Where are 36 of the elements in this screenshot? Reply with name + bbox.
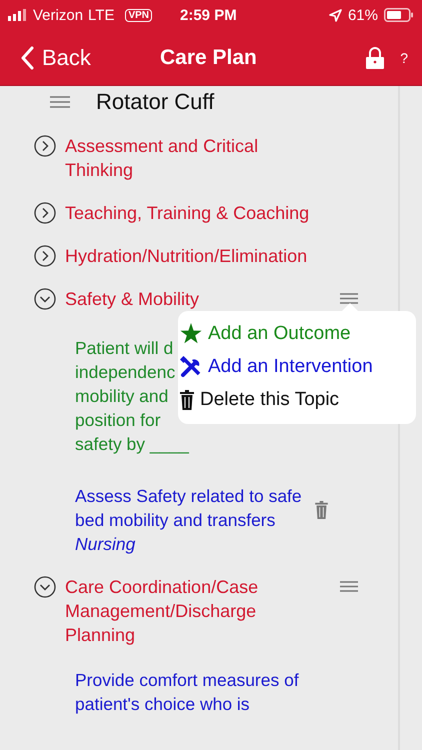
intervention-text[interactable]: Assess Safety related to safe bed mobility and transfers	[75, 484, 305, 532]
chevron-down-icon[interactable]	[34, 288, 56, 310]
carrier-name: Verizon	[33, 6, 84, 24]
back-button[interactable]: Back	[20, 44, 91, 70]
tools-icon	[180, 356, 202, 378]
topic-title[interactable]: Assessment and Critical Thinking	[65, 134, 315, 182]
plan-title: Rotator Cuff	[96, 89, 214, 115]
vpn-badge: VPN	[125, 8, 152, 22]
discipline-label: Nursing	[75, 533, 136, 556]
menu-icon[interactable]	[340, 581, 358, 592]
screen-title: Care Plan	[160, 46, 257, 70]
menu-icon[interactable]	[50, 96, 70, 108]
topic-title[interactable]: Care Coordination/Case Management/Discharge Planning	[65, 575, 315, 647]
network-type: LTE	[88, 6, 114, 24]
menu-icon[interactable]	[340, 293, 358, 304]
location-arrow-icon	[328, 8, 342, 22]
battery-icon	[384, 8, 414, 22]
lock-icon[interactable]	[366, 46, 384, 68]
trash-icon[interactable]	[315, 501, 328, 519]
topic-title[interactable]: Safety & Mobility	[65, 287, 315, 311]
intervention-text[interactable]: Provide comfort measures of patient's choice who is	[75, 668, 305, 716]
menu-item[interactable]: Add an Outcome	[178, 317, 416, 350]
help-button[interactable]: ?	[400, 50, 408, 66]
star-icon	[180, 323, 202, 344]
battery-percent: 61%	[348, 6, 378, 24]
chevron-right-icon[interactable]	[34, 202, 56, 224]
topic-title[interactable]: Hydration/Nutrition/Elimination	[65, 244, 315, 268]
topic-title[interactable]: Teaching, Training & Coaching	[65, 201, 315, 225]
chevron-right-icon[interactable]	[34, 135, 56, 157]
menu-item[interactable]: Delete this Topic	[178, 383, 416, 416]
chevron-down-icon[interactable]	[34, 576, 56, 598]
chevron-left-icon	[20, 46, 34, 70]
signal-icon	[8, 9, 28, 21]
menu-item[interactable]: Add an Intervention	[178, 350, 416, 383]
status-time: 2:59 PM	[180, 6, 237, 24]
chevron-right-icon[interactable]	[34, 245, 56, 267]
